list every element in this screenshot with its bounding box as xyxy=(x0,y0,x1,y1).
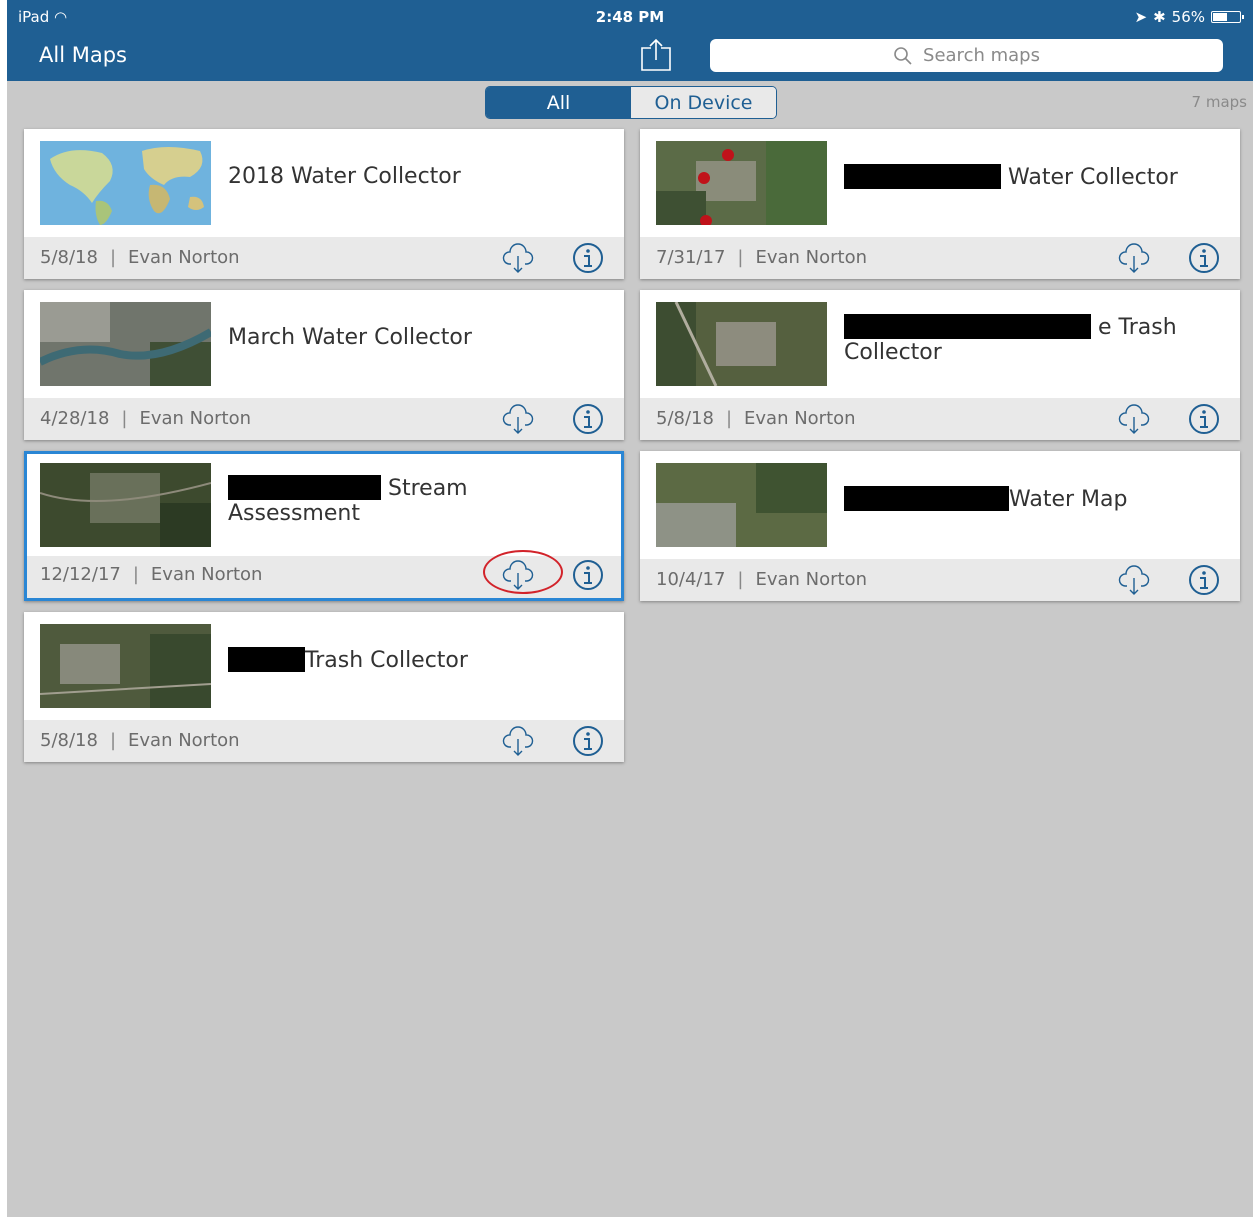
app-screen: iPad ◠ 2:48 PM ➤ ✱ 56% All Maps Search m… xyxy=(7,0,1253,1217)
map-owner: Evan Norton xyxy=(755,247,868,268)
info-icon[interactable] xyxy=(572,242,604,274)
search-placeholder: Search maps xyxy=(923,45,1040,66)
tab-on-device[interactable]: On Device xyxy=(631,87,776,118)
map-name-text: Water Map xyxy=(1009,487,1128,512)
map-name-text: Water Collector xyxy=(1008,165,1178,190)
top-bar: iPad ◠ 2:48 PM ➤ ✱ 56% All Maps Search m… xyxy=(7,0,1253,81)
status-right: ➤ ✱ 56% xyxy=(1134,8,1244,26)
cloud-download-icon[interactable] xyxy=(502,559,534,591)
info-icon[interactable] xyxy=(572,403,604,435)
map-card[interactable]: e Trash Collector 5/8/18 | Evan Norton xyxy=(640,290,1240,440)
redacted-text xyxy=(844,486,1009,511)
map-name: Water Collector xyxy=(844,164,1219,190)
card-footer: 7/31/17 | Evan Norton xyxy=(640,237,1240,279)
map-date: 10/4/17 xyxy=(656,569,726,590)
search-icon xyxy=(894,46,912,65)
map-date: 5/8/18 xyxy=(40,730,98,751)
info-icon[interactable] xyxy=(572,725,604,757)
card-footer: 5/8/18 | Evan Norton xyxy=(640,398,1240,440)
map-thumbnail xyxy=(40,624,211,708)
map-name: Water Map xyxy=(844,486,1219,512)
cloud-download-icon[interactable] xyxy=(502,725,534,757)
map-owner: Evan Norton xyxy=(139,408,252,429)
map-meta: 5/8/18 | Evan Norton xyxy=(656,408,856,429)
battery-percent: 56% xyxy=(1171,8,1205,26)
map-card[interactable]: Trash Collector 5/8/18 | Evan Norton xyxy=(24,612,624,762)
filter-segmented-control: All On Device xyxy=(485,86,777,119)
map-thumbnail xyxy=(40,463,211,547)
redacted-text xyxy=(844,314,1091,339)
map-name: Stream Assessment xyxy=(228,475,603,526)
map-thumbnail xyxy=(656,141,827,225)
map-date: 5/8/18 xyxy=(656,408,714,429)
info-icon[interactable] xyxy=(572,559,604,591)
redacted-text xyxy=(228,647,305,672)
map-card-selected[interactable]: Stream Assessment 12/12/17 | Evan Norton xyxy=(24,451,624,601)
map-thumbnail xyxy=(656,302,827,386)
map-date: 7/31/17 xyxy=(656,247,726,268)
map-meta: 5/8/18 | Evan Norton xyxy=(40,730,240,751)
tab-all[interactable]: All xyxy=(486,87,631,118)
card-footer: 10/4/17 | Evan Norton xyxy=(640,559,1240,601)
info-icon[interactable] xyxy=(1188,403,1220,435)
map-name-text: March Water Collector xyxy=(228,325,472,350)
cloud-download-icon[interactable] xyxy=(502,403,534,435)
map-meta: 7/31/17 | Evan Norton xyxy=(656,247,868,268)
map-meta: 10/4/17 | Evan Norton xyxy=(656,569,868,590)
redacted-text xyxy=(228,475,381,500)
map-name: e Trash Collector xyxy=(844,314,1219,365)
battery-icon xyxy=(1211,11,1244,23)
map-owner: Evan Norton xyxy=(128,730,240,751)
map-owner: Evan Norton xyxy=(150,564,263,585)
share-icon[interactable] xyxy=(639,38,673,72)
card-footer: 12/12/17 | Evan Norton xyxy=(27,550,621,598)
map-date: 5/8/18 xyxy=(40,247,98,268)
map-name-text: 2018 Water Collector xyxy=(228,164,461,189)
map-owner: Evan Norton xyxy=(744,408,856,429)
card-footer: 4/28/18 | Evan Norton xyxy=(24,398,624,440)
cloud-download-icon[interactable] xyxy=(1118,403,1150,435)
map-date: 4/28/18 xyxy=(40,408,110,429)
cloud-download-icon[interactable] xyxy=(502,242,534,274)
cloud-download-icon[interactable] xyxy=(1118,564,1150,596)
map-name: Trash Collector xyxy=(228,647,603,673)
map-thumbnail xyxy=(656,463,827,547)
map-card[interactable]: March Water Collector 4/28/18 | Evan Norto… xyxy=(24,290,624,440)
map-meta: 5/8/18 | Evan Norton xyxy=(40,247,240,268)
status-time: 2:48 PM xyxy=(595,8,665,26)
info-icon[interactable] xyxy=(1188,564,1220,596)
cloud-download-icon[interactable] xyxy=(1118,242,1150,274)
map-meta: 4/28/18 | Evan Norton xyxy=(40,408,252,429)
card-footer: 5/8/18 | Evan Norton xyxy=(24,720,624,762)
page-title: All Maps xyxy=(39,43,127,67)
map-count: 7 maps xyxy=(1191,93,1247,111)
map-card[interactable]: 2018 Water Collector 5/8/18 | Evan Norton xyxy=(24,129,624,279)
search-input[interactable]: Search maps xyxy=(710,39,1223,72)
map-thumbnail xyxy=(40,141,211,225)
map-owner: Evan Norton xyxy=(755,569,868,590)
redacted-text xyxy=(844,164,1001,189)
map-owner: Evan Norton xyxy=(128,247,240,268)
map-thumbnail xyxy=(40,302,211,386)
map-card[interactable]: Water Map 10/4/17 | Evan Norton xyxy=(640,451,1240,601)
map-meta: 12/12/17 | Evan Norton xyxy=(40,564,263,585)
map-card[interactable]: Water Collector 7/31/17 | Evan Norton xyxy=(640,129,1240,279)
bluetooth-icon: ✱ xyxy=(1153,8,1166,26)
map-date: 12/12/17 xyxy=(40,564,121,585)
card-footer: 5/8/18 | Evan Norton xyxy=(24,237,624,279)
map-name: 2018 Water Collector xyxy=(228,164,603,189)
map-name-text: Trash Collector xyxy=(305,648,468,673)
map-name: March Water Collector xyxy=(228,325,603,350)
location-icon: ➤ xyxy=(1134,8,1148,26)
info-icon[interactable] xyxy=(1188,242,1220,274)
